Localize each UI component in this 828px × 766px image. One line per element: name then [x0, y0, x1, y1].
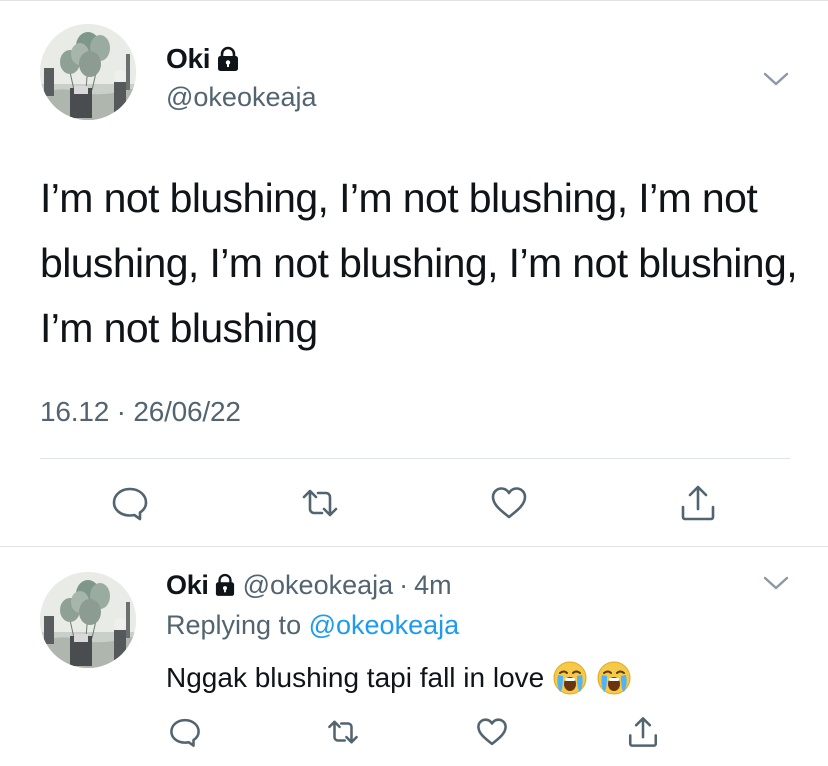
tweet-time-ago[interactable]: 4m	[414, 570, 452, 601]
like-icon[interactable]	[475, 715, 509, 749]
replying-prefix: Replying to	[166, 610, 302, 640]
author-avatar[interactable]	[40, 572, 136, 668]
author-name-row: Oki	[166, 42, 239, 76]
tweet-text: I’m not blushing, I’m not blushing, I’m …	[40, 175, 798, 351]
author-handle[interactable]: @okeokeaja	[166, 82, 317, 113]
top-divider	[0, 0, 828, 1]
replying-mention-link[interactable]: @okeokeaja	[309, 610, 460, 640]
retweet-icon[interactable]	[300, 483, 340, 523]
action-divider	[40, 458, 790, 459]
reply-icon[interactable]	[168, 715, 202, 749]
retweet-icon[interactable]	[326, 715, 360, 749]
chevron-down-icon[interactable]	[762, 574, 790, 592]
like-icon[interactable]	[489, 483, 529, 523]
loudly-crying-face-icon	[596, 660, 632, 696]
share-icon[interactable]	[678, 483, 718, 523]
author-handle[interactable]: @okeokeaja	[243, 570, 394, 601]
replying-to: Replying to @okeokeaja	[166, 610, 459, 641]
reply-text: Nggak blushing tapi fall in love	[166, 662, 545, 693]
author-name[interactable]: Oki	[166, 43, 211, 75]
tweet-separator	[0, 546, 828, 547]
reply-icon[interactable]	[110, 483, 150, 523]
chevron-down-icon[interactable]	[762, 70, 790, 88]
tweet-timestamp[interactable]: 16.12 · 26/06/22	[40, 396, 241, 428]
reply-text-row: Nggak blushing tapi fall in love	[166, 660, 632, 696]
author-avatar[interactable]	[40, 24, 136, 120]
lock-icon	[215, 573, 235, 597]
lock-icon	[217, 46, 239, 72]
share-icon[interactable]	[626, 715, 660, 749]
author-name[interactable]: Oki	[166, 570, 209, 601]
loudly-crying-face-icon	[552, 660, 588, 696]
reply-header: Oki @okeokeaja · 4m	[166, 568, 452, 602]
meta-separator: ·	[399, 569, 409, 600]
